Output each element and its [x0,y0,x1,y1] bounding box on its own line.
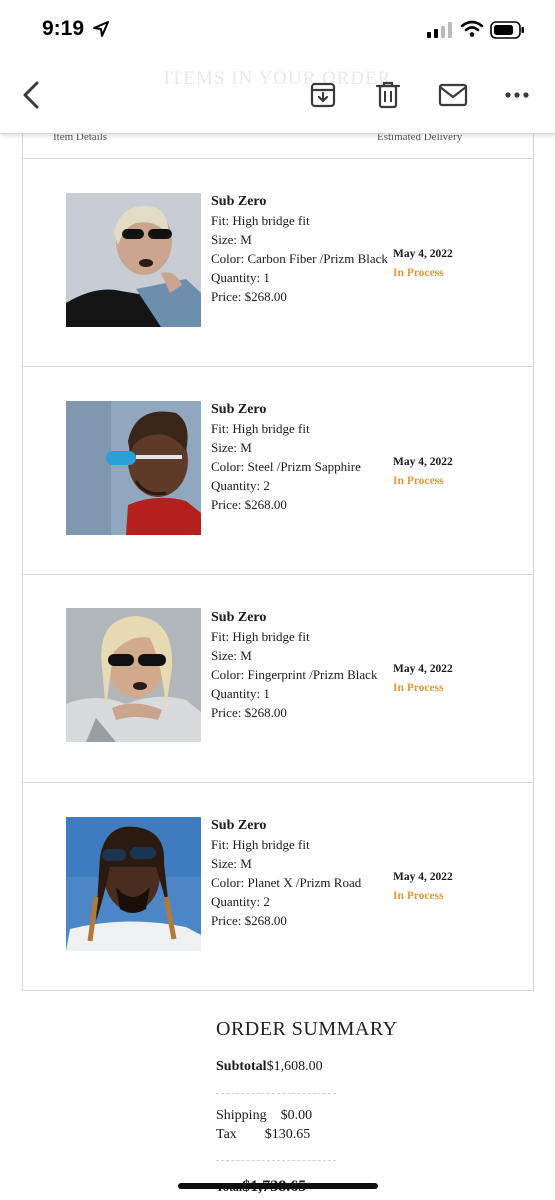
product-price: Price: $268.00 [211,497,287,512]
item-details: Sub Zero Fit: High bridge fit Size: M Co… [211,816,401,930]
delivery-info: May 4, 2022 In Process [393,245,525,283]
divider [216,1093,336,1094]
product-image[interactable] [66,817,201,951]
delivery-date: May 4, 2022 [393,871,453,883]
subtotal-label: Subtotal [216,1059,267,1074]
product-quantity: Quantity: 1 [211,686,270,701]
order-item-row: Sub Zero Fit: High bridge fit Size: M Co… [23,783,533,991]
product-image[interactable] [66,608,201,742]
back-chevron-icon [23,81,39,109]
divider [216,1160,336,1161]
signal-icon [427,22,452,38]
product-size: Size: M [211,440,252,455]
product-image[interactable] [66,193,201,327]
product-size: Size: M [211,856,252,871]
shipping-value: $0.00 [280,1108,313,1123]
subtotal-line: Subtotal$1,608.00 [216,1059,323,1075]
shipping-line: Shipping $0.00 [216,1108,312,1124]
battery-icon [490,21,524,39]
product-price: Price: $268.00 [211,289,287,304]
product-image[interactable] [66,401,201,535]
product-color: Color: Steel /Prizm Sapphire [211,459,361,474]
wifi-icon [460,20,484,37]
delivery-info: May 4, 2022 In Process [393,868,525,906]
order-item-row: Sub Zero Fit: High bridge fit Size: M Co… [23,575,533,783]
status-badge: In Process [393,267,444,279]
product-quantity: Quantity: 2 [211,894,270,909]
product-color: Color: Fingerprint /Prizm Black [211,667,378,682]
product-color: Color: Carbon Fiber /Prizm Black [211,251,388,266]
mail-icon [438,83,468,107]
archive-icon [310,82,336,108]
tax-label: Tax [216,1127,237,1142]
product-name[interactable]: Sub Zero [211,816,401,835]
tax-line: Tax $130.65 [216,1127,310,1143]
delivery-info: May 4, 2022 In Process [393,453,525,491]
home-indicator[interactable] [178,1183,378,1189]
delivery-date: May 4, 2022 [393,248,453,260]
order-item-row: Sub Zero Fit: High bridge fit Size: M Co… [23,367,533,575]
reply-mail-button[interactable] [438,80,468,110]
product-size: Size: M [211,648,252,663]
product-fit: Fit: High bridge fit [211,629,310,644]
archive-button[interactable] [308,80,338,110]
status-badge: In Process [393,890,444,902]
order-summary-title: ORDER SUMMARY [216,1018,398,1040]
back-button[interactable] [16,80,46,110]
delivery-info: May 4, 2022 In Process [393,660,525,698]
status-badge: In Process [393,475,444,487]
delete-button[interactable] [373,80,403,110]
product-name[interactable]: Sub Zero [211,608,401,627]
product-fit: Fit: High bridge fit [211,837,310,852]
item-details: Sub Zero Fit: High bridge fit Size: M Co… [211,192,401,306]
product-fit: Fit: High bridge fit [211,421,310,436]
item-details: Sub Zero Fit: High bridge fit Size: M Co… [211,400,401,514]
product-quantity: Quantity: 2 [211,478,270,493]
trash-icon [375,81,401,109]
ghost-title: ITEMS IN YOUR ORDER [163,68,392,89]
order-items-table: Item Details Estimated Delivery Sub Zero… [22,110,534,991]
status-time: 9:19 [42,17,85,40]
mail-toolbar: ITEMS IN YOUR ORDER [0,60,555,134]
subtotal-value: $1,608.00 [266,1059,323,1074]
more-icon [505,92,529,98]
status-bar: 9:19 [0,0,555,60]
product-size: Size: M [211,232,252,247]
product-price: Price: $268.00 [211,705,287,720]
location-arrow-icon [93,21,109,37]
product-color: Color: Planet X /Prizm Road [211,875,362,890]
product-quantity: Quantity: 1 [211,270,270,285]
product-name[interactable]: Sub Zero [211,192,401,211]
delivery-date: May 4, 2022 [393,663,453,675]
product-price: Price: $268.00 [211,913,287,928]
shipping-label: Shipping [216,1108,267,1123]
product-name[interactable]: Sub Zero [211,400,401,419]
product-fit: Fit: High bridge fit [211,213,310,228]
tax-value: $130.65 [264,1127,311,1142]
status-badge: In Process [393,682,444,694]
more-button[interactable] [502,80,532,110]
order-item-row: Sub Zero Fit: High bridge fit Size: M Co… [23,159,533,367]
item-details: Sub Zero Fit: High bridge fit Size: M Co… [211,608,401,722]
delivery-date: May 4, 2022 [393,456,453,468]
